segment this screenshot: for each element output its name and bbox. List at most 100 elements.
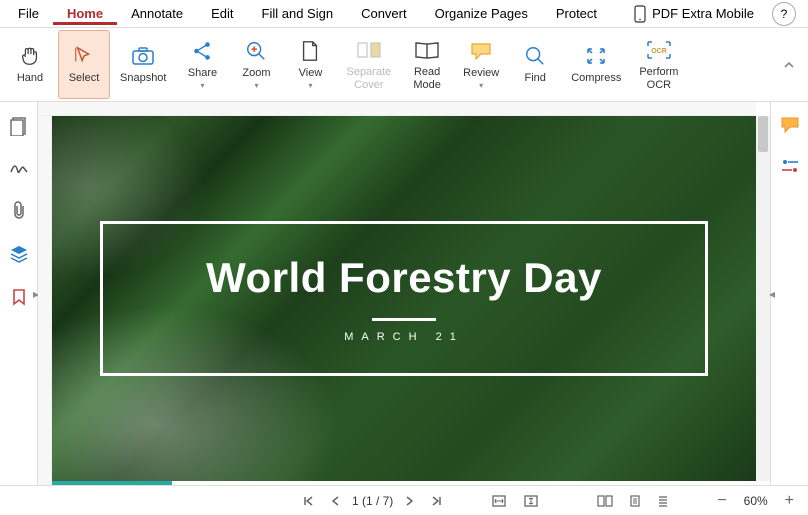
title-separator <box>372 318 436 321</box>
share-icon <box>191 38 213 64</box>
find-button[interactable]: Find <box>509 30 561 99</box>
menu-edit[interactable]: Edit <box>197 2 247 25</box>
compress-button[interactable]: Compress <box>563 30 629 99</box>
document-view: World Forestry Day MARCH 21 <box>38 102 770 485</box>
page-nav: 1 (1 / 7) <box>298 493 447 509</box>
mobile-label: PDF Extra Mobile <box>652 6 754 21</box>
read-label-2: Mode <box>413 79 441 92</box>
pages-panel-icon[interactable] <box>10 116 28 136</box>
hand-label: Hand <box>17 72 43 85</box>
snapshot-label: Snapshot <box>120 72 166 85</box>
comments-panel-icon[interactable] <box>780 116 800 134</box>
view-mode-single-button[interactable] <box>625 492 645 510</box>
menu-protect[interactable]: Protect <box>542 2 611 25</box>
right-panel: ◂ <box>770 102 808 485</box>
zoom-icon <box>245 38 267 64</box>
read-label-1: Read <box>414 66 440 79</box>
compress-icon <box>584 43 608 69</box>
fit-controls <box>487 492 543 510</box>
review-button[interactable]: Review ▾ <box>455 30 507 99</box>
chevron-up-icon <box>782 58 796 72</box>
menu-home[interactable]: Home <box>53 2 117 25</box>
main-area: ▸ World Forestry Day MARCH 21 ◂ <box>0 102 808 485</box>
view-label: View <box>299 67 323 80</box>
document-title: World Forestry Day <box>206 254 602 302</box>
first-page-button[interactable] <box>298 493 318 509</box>
zoom-group: − 60% + <box>713 490 798 512</box>
help-button[interactable]: ? <box>772 2 796 26</box>
separate-cover-button: Separate Cover <box>338 30 399 99</box>
page-canvas[interactable]: World Forestry Day MARCH 21 <box>52 116 756 481</box>
view-mode-spread-button[interactable] <box>593 492 617 510</box>
vertical-ruler <box>38 116 52 485</box>
select-icon <box>73 43 95 69</box>
menu-file[interactable]: File <box>4 2 53 25</box>
ocr-label-1: Perform <box>639 66 678 79</box>
ribbon: Hand Select Snapshot Share ▾ Zoom ▾ View… <box>0 28 808 102</box>
mobile-icon <box>634 5 646 23</box>
chevron-down-icon: ▾ <box>308 81 312 91</box>
find-label: Find <box>525 72 546 85</box>
prev-page-button[interactable] <box>326 493 344 509</box>
chevron-down-icon: ▾ <box>479 81 483 91</box>
view-mode-continuous-button[interactable] <box>653 492 673 510</box>
zoom-out-button[interactable]: − <box>713 490 730 512</box>
review-label: Review <box>463 67 499 80</box>
svg-text:OCR: OCR <box>651 48 667 55</box>
horizontal-ruler <box>38 102 756 116</box>
snapshot-button[interactable]: Snapshot <box>112 30 174 99</box>
hand-button[interactable]: Hand <box>4 30 56 99</box>
compress-label: Compress <box>571 72 621 85</box>
ocr-label-2: OCR <box>647 79 671 92</box>
camera-icon <box>131 43 155 69</box>
last-page-button[interactable] <box>427 493 447 509</box>
chevron-down-icon: ▾ <box>254 81 258 91</box>
fit-page-button[interactable] <box>519 492 543 510</box>
view-mode-group <box>593 492 673 510</box>
page-icon <box>300 38 320 64</box>
signatures-panel-icon[interactable] <box>9 160 29 176</box>
separate-label-2: Cover <box>354 79 383 92</box>
right-expand-button[interactable]: ◂ <box>769 287 775 301</box>
share-label: Share <box>188 67 217 80</box>
hand-icon <box>19 43 41 69</box>
find-icon <box>524 43 546 69</box>
progress-bar <box>52 481 172 485</box>
ocr-button[interactable]: OCR Perform OCR <box>631 30 686 99</box>
scrollbar-thumb[interactable] <box>758 116 768 152</box>
view-button[interactable]: View ▾ <box>284 30 336 99</box>
read-mode-button[interactable]: Read Mode <box>401 30 453 99</box>
attachments-panel-icon[interactable] <box>11 200 27 220</box>
layers-panel-icon[interactable] <box>9 244 29 264</box>
menubar: File Home Annotate Edit Fill and Sign Co… <box>0 0 808 28</box>
menu-annotate[interactable]: Annotate <box>117 2 197 25</box>
document-page: World Forestry Day MARCH 21 <box>52 116 756 481</box>
menu-convert[interactable]: Convert <box>347 2 421 25</box>
menu-fill-sign[interactable]: Fill and Sign <box>248 2 348 25</box>
chevron-down-icon: ▾ <box>200 81 204 91</box>
select-label: Select <box>69 72 100 85</box>
separate-cover-icon <box>356 37 382 63</box>
fit-width-button[interactable] <box>487 492 511 510</box>
zoom-label: Zoom <box>242 67 270 80</box>
settings-panel-icon[interactable] <box>780 158 800 174</box>
status-bar: 1 (1 / 7) − 60% + <box>0 485 808 515</box>
separate-label-1: Separate <box>346 66 391 79</box>
collapse-ribbon-button[interactable] <box>774 30 804 99</box>
mobile-link[interactable]: PDF Extra Mobile <box>624 1 764 27</box>
zoom-level: 60% <box>739 494 773 508</box>
share-button[interactable]: Share ▾ <box>176 30 228 99</box>
title-frame: World Forestry Day MARCH 21 <box>100 221 708 376</box>
bookmarks-panel-icon[interactable] <box>12 288 26 306</box>
document-date: MARCH 21 <box>344 331 464 343</box>
menu-organize-pages[interactable]: Organize Pages <box>421 2 542 25</box>
ocr-icon: OCR <box>646 37 672 63</box>
next-page-button[interactable] <box>401 493 419 509</box>
select-button[interactable]: Select <box>58 30 110 99</box>
zoom-button[interactable]: Zoom ▾ <box>230 30 282 99</box>
zoom-in-button[interactable]: + <box>781 490 798 512</box>
vertical-scrollbar[interactable] <box>756 116 770 481</box>
book-icon <box>414 37 440 63</box>
page-info: 1 (1 / 7) <box>352 494 393 508</box>
comment-icon <box>469 38 493 64</box>
